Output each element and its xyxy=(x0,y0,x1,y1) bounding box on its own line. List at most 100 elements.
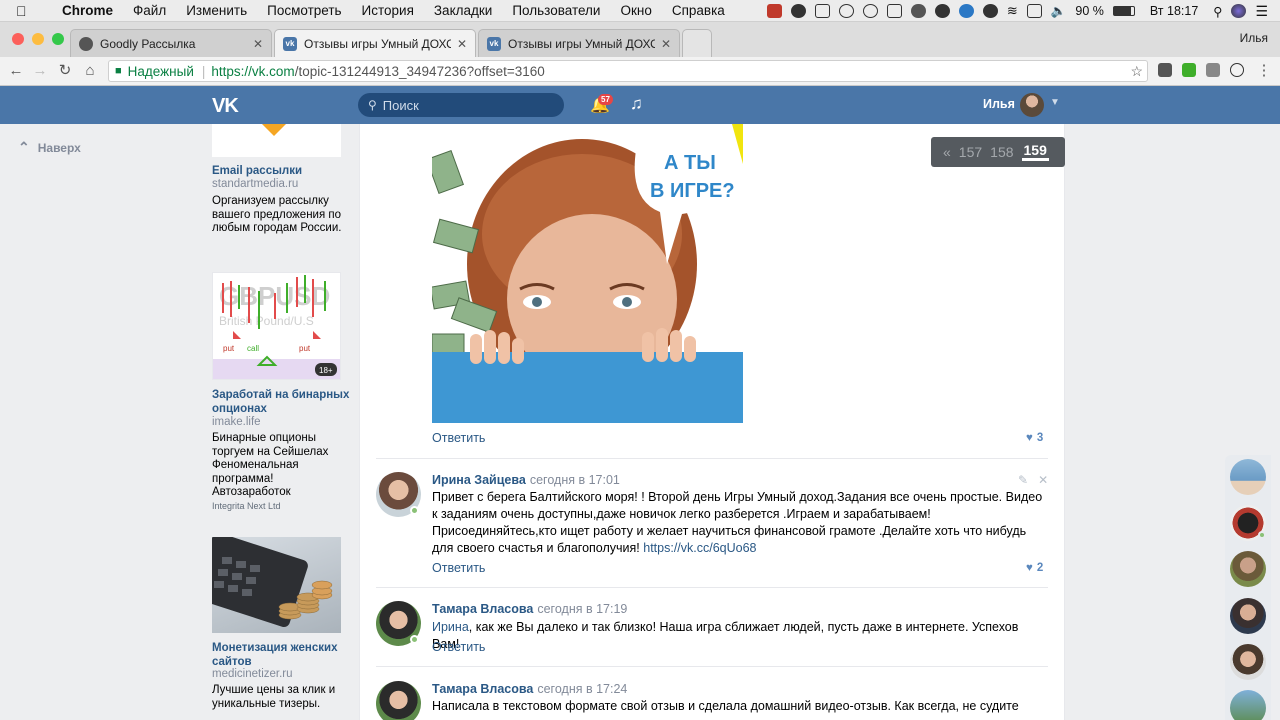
menu-window[interactable]: Окно xyxy=(620,3,651,18)
volume-icon[interactable]: 🔈 xyxy=(1051,4,1067,19)
address-bar[interactable]: ■ Надежный | https://vk.com/topic-131244… xyxy=(108,60,1148,82)
menu-users[interactable]: Пользователи xyxy=(512,3,600,18)
tab-goodly[interactable]: Goodly Рассылка ✕ xyxy=(70,29,272,57)
friend-avatar[interactable] xyxy=(1230,644,1266,680)
airplay-icon[interactable] xyxy=(1026,4,1042,18)
ad-domain[interactable]: medicinetizer.ru xyxy=(212,668,293,680)
edit-pencil-icon[interactable]: ✎ xyxy=(1018,473,1028,487)
ad-image[interactable] xyxy=(212,537,341,633)
comment-author[interactable]: Тамара Власова сегодня в 17:24 xyxy=(432,682,627,696)
like-button[interactable]: ♥ 3 xyxy=(1026,432,1043,444)
close-tab-icon[interactable]: ✕ xyxy=(253,37,263,51)
tray-app-icon[interactable] xyxy=(790,4,806,18)
pager-page[interactable]: 158 xyxy=(990,144,1013,160)
comment-author-name[interactable]: Тамара Власова xyxy=(432,682,533,696)
apple-icon[interactable]:  xyxy=(16,3,38,19)
extension-icon[interactable] xyxy=(1206,63,1220,77)
friend-avatar[interactable] xyxy=(1230,690,1266,720)
vk-search-input[interactable]: ⚲ Поиск xyxy=(358,93,564,117)
comment-date[interactable]: сегодня в 17:19 xyxy=(537,602,627,616)
reply-button[interactable]: Ответить xyxy=(432,561,485,575)
pager-current-page[interactable]: 159 xyxy=(1021,143,1049,161)
menu-edit[interactable]: Изменить xyxy=(186,3,247,18)
close-icon[interactable]: ✕ xyxy=(1038,473,1048,487)
comment-author-name[interactable]: Ирина Зайцева xyxy=(432,473,526,487)
ad-text[interactable]: Организуем рассылку вашего предложения п… xyxy=(212,195,342,236)
zoom-window-button[interactable] xyxy=(52,33,64,45)
ad-text[interactable]: Лучшие цены за клик и уникальные тизеры. xyxy=(212,684,342,711)
wifi-icon[interactable]: ≋ xyxy=(1007,3,1018,19)
reply-button[interactable]: Ответить xyxy=(432,640,485,654)
menu-chrome[interactable]: Chrome xyxy=(62,3,113,18)
back-arrow-icon[interactable]: ← xyxy=(6,61,26,81)
chevron-down-icon[interactable]: ▼ xyxy=(1050,97,1060,108)
tray-app-icon[interactable] xyxy=(934,4,950,18)
new-tab-button[interactable] xyxy=(682,29,712,57)
home-icon[interactable]: ⌂ xyxy=(80,61,100,81)
reply-button[interactable]: Ответить xyxy=(432,431,485,445)
tray-app-icon[interactable] xyxy=(886,4,902,18)
ad-image[interactable]: GBPUSD British Pound/U.S put call put 18… xyxy=(212,272,341,380)
comment-date[interactable]: сегодня в 17:01 xyxy=(530,473,620,487)
pager-prev[interactable]: « xyxy=(943,144,951,160)
post-image[interactable]: А ТЫ В ИГРЕ? xyxy=(432,124,743,423)
battery-icon[interactable] xyxy=(1112,6,1135,16)
ad-title[interactable]: Монетизация женских сайтов xyxy=(212,641,352,669)
avatar[interactable] xyxy=(1020,93,1044,117)
ad-domain[interactable]: imake.life xyxy=(212,416,261,428)
bookmark-star-icon[interactable]: ☆ xyxy=(1130,63,1143,80)
tab-vk-reviews[interactable]: vk Отзывы игры Умный ДОХОД ✕ xyxy=(478,29,680,57)
close-tab-icon[interactable]: ✕ xyxy=(457,37,467,51)
vk-user-name[interactable]: Илья xyxy=(983,97,1015,111)
comment-author[interactable]: Ирина Зайцева сегодня в 17:01 xyxy=(432,473,620,487)
menu-file[interactable]: Файл xyxy=(133,3,166,18)
record-icon[interactable] xyxy=(766,4,782,18)
mention-link[interactable]: Ирина xyxy=(432,620,469,634)
siri-icon[interactable] xyxy=(1231,4,1247,18)
comment-text: Привет с берега Балтийского моря! ! Втор… xyxy=(432,489,1048,557)
cloud-icon[interactable] xyxy=(910,4,926,18)
tab-vk-reviews-active[interactable]: vk Отзывы игры Умный ДОХОД ✕ xyxy=(274,29,476,57)
browser-profile[interactable]: Илья xyxy=(1240,31,1268,45)
ad-domain[interactable]: standartmedia.ru xyxy=(212,178,298,190)
vk-logo[interactable]: VK xyxy=(212,95,239,118)
telegram-icon[interactable] xyxy=(982,4,998,18)
minimize-window-button[interactable] xyxy=(32,33,44,45)
friend-avatar[interactable] xyxy=(1230,551,1266,587)
chrome-menu-icon[interactable]: ⋮ xyxy=(1254,61,1274,81)
back-to-top-button[interactable]: ⌃ Наверх xyxy=(18,139,81,156)
comment-author-name[interactable]: Тамара Власова xyxy=(432,602,533,616)
ad-text[interactable]: Бинарные опционы торгуем на Сейшелах Фен… xyxy=(212,432,342,500)
info-icon[interactable] xyxy=(862,4,878,18)
ad-title[interactable]: Email рассылки xyxy=(212,164,302,178)
menu-view[interactable]: Посмотреть xyxy=(267,3,341,18)
browser-tabstrip: Goodly Рассылка ✕ vk Отзывы игры Умный Д… xyxy=(0,22,1280,57)
teamviewer-icon[interactable] xyxy=(958,4,974,18)
download-extension-icon[interactable] xyxy=(1182,63,1196,77)
forward-arrow-icon[interactable]: → xyxy=(30,61,50,81)
menu-bookmarks[interactable]: Закладки xyxy=(434,3,492,18)
comment-date[interactable]: сегодня в 17:24 xyxy=(537,682,627,696)
info-extension-icon[interactable] xyxy=(1230,63,1244,77)
friend-avatar[interactable] xyxy=(1230,459,1266,495)
menu-history[interactable]: История xyxy=(362,3,414,18)
comment-author[interactable]: Тамара Власова сегодня в 17:19 xyxy=(432,602,627,616)
tray-app-icon[interactable] xyxy=(814,4,830,18)
extension-icon[interactable] xyxy=(1158,63,1172,77)
spotlight-icon[interactable]: ⚲ xyxy=(1213,4,1222,19)
menu-help[interactable]: Справка xyxy=(672,3,725,18)
friend-avatar[interactable] xyxy=(1230,598,1266,634)
avatar[interactable] xyxy=(376,681,421,720)
ad-image[interactable] xyxy=(212,124,341,157)
clock[interactable]: Вт 18:17 xyxy=(1150,4,1198,18)
comment-link[interactable]: https://vk.cc/6qUo68 xyxy=(643,541,756,555)
ad-title[interactable]: Заработай на бинарных опционах xyxy=(212,388,352,416)
notification-center-icon[interactable]: ☰ xyxy=(1255,3,1268,20)
pager-page[interactable]: 157 xyxy=(959,144,982,160)
music-icon[interactable]: ♫ xyxy=(630,94,643,114)
like-button[interactable]: ♥ 2 xyxy=(1026,562,1043,574)
close-tab-icon[interactable]: ✕ xyxy=(661,37,671,51)
tray-app-icon[interactable] xyxy=(838,4,854,18)
close-window-button[interactable] xyxy=(12,33,24,45)
reload-icon[interactable]: ↻ xyxy=(55,61,75,81)
